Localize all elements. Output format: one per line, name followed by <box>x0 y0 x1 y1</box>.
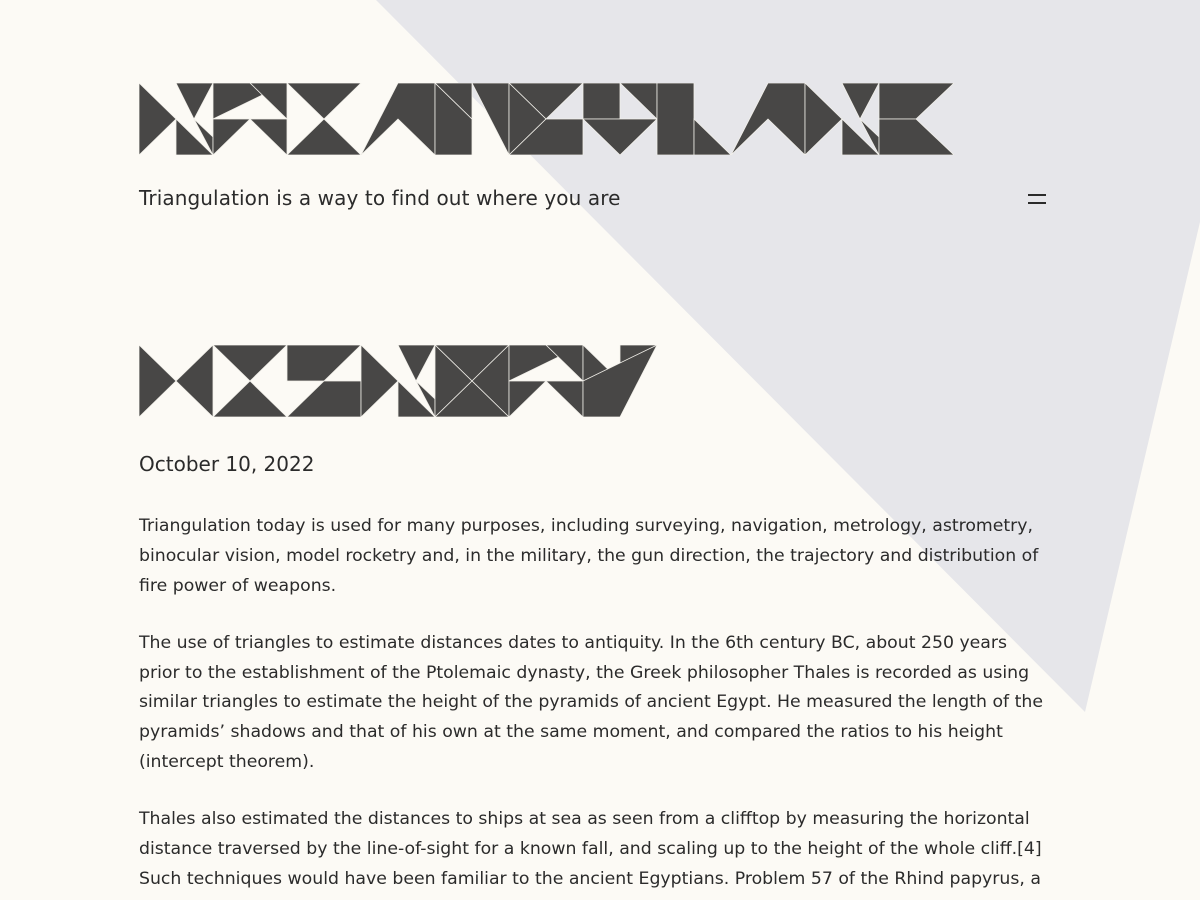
site-title-logo[interactable]: TRIANGULATE <box>138 82 956 159</box>
post-title: HISTORY <box>138 344 658 425</box>
triangulate-wordmark <box>138 82 956 156</box>
post-body: Triangulation today is used for many pur… <box>139 512 1051 900</box>
post-date: October 10, 2022 <box>139 452 315 476</box>
menu-icon-line <box>1028 202 1046 204</box>
site-tagline: Triangulation is a way to find out where… <box>139 186 621 210</box>
post-paragraph-2: The use of triangles to estimate distanc… <box>139 632 1043 773</box>
menu-icon <box>1028 194 1046 196</box>
page: TRIANGULATE <box>0 0 1200 900</box>
menu-button[interactable] <box>1022 188 1052 214</box>
history-wordmark <box>138 344 658 418</box>
post-paragraph-3: Thales also estimated the distances to s… <box>139 809 1042 889</box>
post-paragraph-1: Triangulation today is used for many pur… <box>139 516 1039 596</box>
